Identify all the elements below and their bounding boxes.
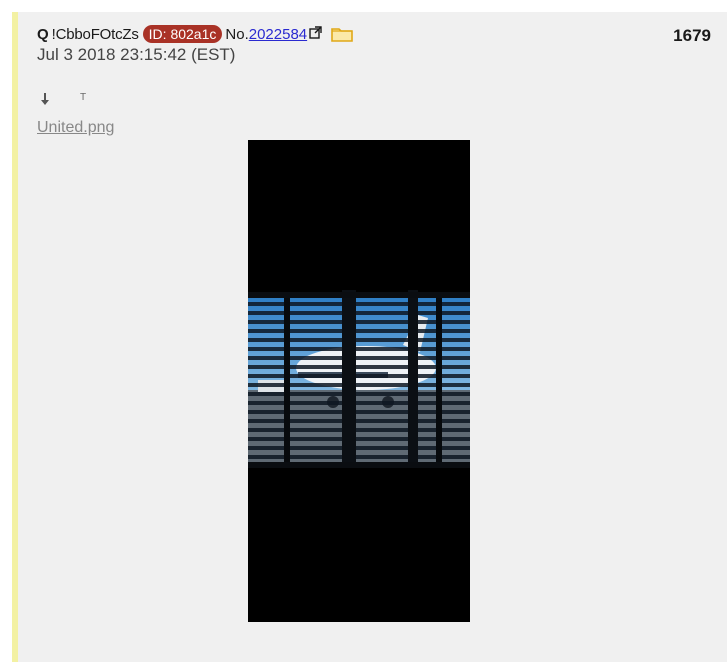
post-toolbar: T	[40, 92, 86, 106]
post-number-prefix: No.	[225, 25, 249, 43]
external-link-icon[interactable]	[309, 25, 322, 39]
author-name: Q	[37, 25, 49, 43]
download-icon[interactable]	[40, 92, 50, 106]
attachment-image[interactable]	[248, 140, 470, 622]
folder-icon[interactable]	[331, 26, 353, 42]
post-number-link[interactable]: 2022584	[249, 26, 307, 43]
text-icon[interactable]: T	[80, 92, 86, 103]
window-view	[248, 290, 470, 468]
post-timestamp: Jul 3 2018 23:15:42 (EST)	[37, 45, 236, 64]
post-header: Q !CbboFOtcZs ID: 802a1c No. 2022584	[37, 25, 353, 43]
poster-id-badge[interactable]: ID: 802a1c	[142, 25, 223, 43]
post-count: 1679	[673, 26, 711, 45]
attachment-filename[interactable]: United.png	[37, 119, 114, 137]
post-accent-bar	[12, 12, 18, 662]
tripcode: !CbboFOtcZs	[51, 25, 139, 43]
post-card: Q !CbboFOtcZs ID: 802a1c No. 2022584 167…	[12, 12, 727, 662]
